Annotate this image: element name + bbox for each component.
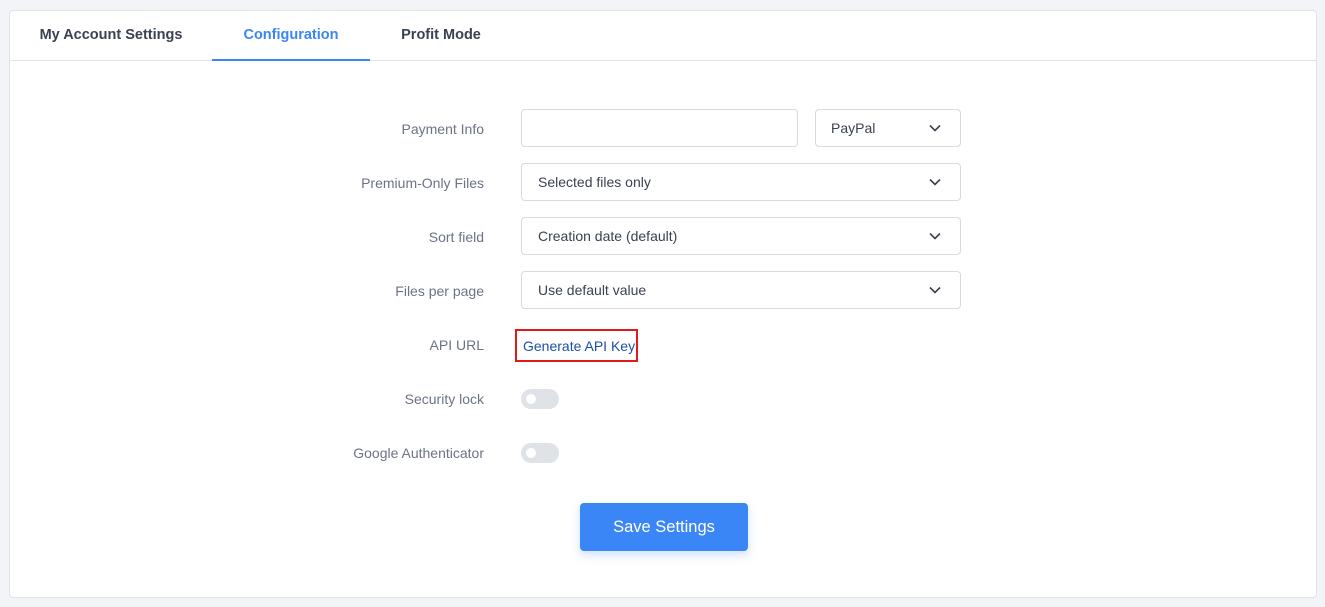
premium-only-files-select[interactable]: Selected files only [521, 163, 961, 201]
save-settings-button[interactable]: Save Settings [580, 503, 748, 551]
sort-field-value: Creation date (default) [538, 228, 678, 244]
chevron-down-icon [929, 232, 941, 240]
toggle-knob [526, 394, 536, 404]
chevron-down-icon [929, 124, 941, 132]
api-url-label: API URL [429, 337, 484, 353]
payment-info-input[interactable] [521, 109, 798, 147]
security-lock-label: Security lock [404, 391, 484, 407]
tab-bar: My Account Settings Configuration Profit… [10, 11, 1316, 61]
payment-info-label: Payment Info [401, 121, 485, 137]
chevron-down-icon [929, 178, 941, 186]
files-per-page-value: Use default value [538, 282, 647, 298]
files-per-page-label: Files per page [395, 283, 484, 299]
premium-only-files-value: Selected files only [538, 174, 651, 190]
payment-method-value: PayPal [831, 120, 876, 136]
payment-method-select[interactable]: PayPal [815, 109, 961, 147]
security-lock-toggle[interactable] [521, 389, 559, 409]
google-authenticator-label: Google Authenticator [353, 445, 484, 461]
tab-profit-mode[interactable]: Profit Mode [370, 11, 512, 61]
settings-card: My Account Settings Configuration Profit… [9, 10, 1317, 598]
chevron-down-icon [929, 286, 941, 294]
sort-field-select[interactable]: Creation date (default) [521, 217, 961, 255]
files-per-page-select[interactable]: Use default value [521, 271, 961, 309]
generate-api-key-highlight: Generate API Key [515, 329, 638, 362]
sort-field-label: Sort field [428, 229, 484, 245]
toggle-knob [526, 448, 536, 458]
generate-api-key-link[interactable]: Generate API Key [523, 336, 635, 356]
premium-only-files-label: Premium-Only Files [361, 175, 484, 191]
google-authenticator-toggle[interactable] [521, 443, 559, 463]
tab-my-account-settings[interactable]: My Account Settings [10, 11, 212, 61]
tab-configuration[interactable]: Configuration [212, 11, 370, 61]
